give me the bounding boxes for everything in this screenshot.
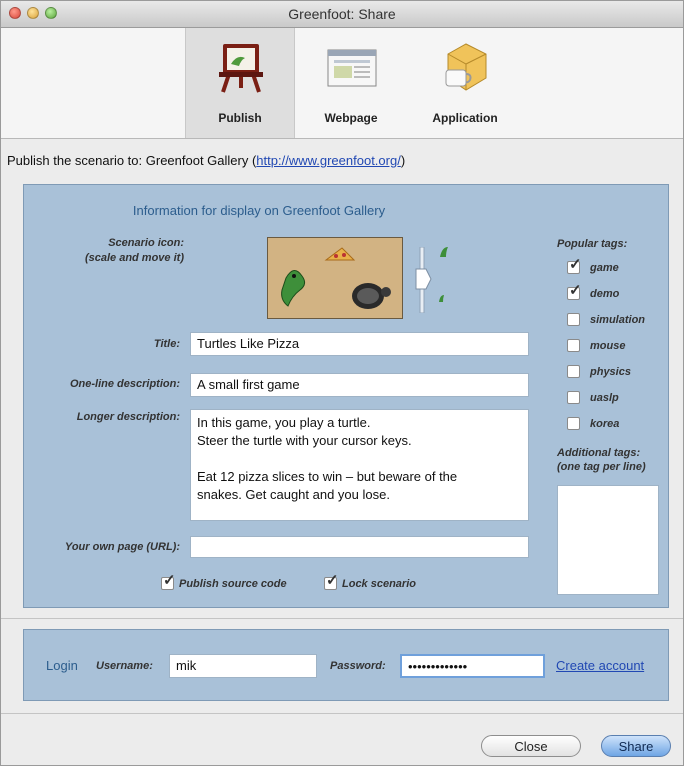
password-label: Password: [330, 660, 386, 672]
publish-suffix: ) [400, 153, 406, 168]
scenario-icon-hint: (scale and move it) [84, 252, 184, 264]
check-icon: ✓ [569, 282, 582, 299]
username-label: Username: [96, 660, 153, 672]
tag-label-korea: korea [590, 418, 620, 430]
check-icon: ✓ [569, 256, 582, 273]
scenario-icon-label: Scenario icon: [108, 237, 184, 249]
longer-line-4: snakes. Get caught and you lose. [197, 487, 390, 502]
share-window: Greenfoot: Share Publish Webpage Applica… [0, 0, 684, 766]
additional-tags-field[interactable] [557, 485, 659, 595]
publish-prefix: Publish the scenario to: Greenfoot Galle… [7, 153, 257, 168]
check-icon: ✓ [326, 572, 339, 589]
close-button[interactable]: Close [481, 735, 581, 757]
lock-scenario-label: Lock scenario [342, 578, 416, 590]
tag-checkbox-korea[interactable] [567, 417, 580, 430]
tab-publish[interactable]: Publish [185, 28, 295, 138]
publish-source-label: Publish source code [179, 578, 287, 590]
separator [1, 618, 683, 619]
tag-label-uaslp: uaslp [590, 392, 619, 404]
tag-label-mouse: mouse [590, 340, 626, 352]
tab-application-label: Application [432, 111, 498, 125]
tab-publish-label: Publish [218, 111, 262, 125]
scenario-icon-preview[interactable] [267, 237, 403, 319]
tag-checkbox-demo[interactable]: ✓ [567, 283, 582, 300]
publish-destination: Publish the scenario to: Greenfoot Galle… [7, 153, 405, 168]
longer-line-1: In this game, you play a turtle. [197, 415, 371, 430]
oneline-field[interactable]: A small first game [190, 373, 529, 397]
tag-checkbox-mouse[interactable] [567, 339, 580, 352]
url-field[interactable] [190, 536, 529, 558]
info-panel: Information for display on Greenfoot Gal… [23, 184, 669, 608]
tag-label-demo: demo [590, 288, 620, 300]
tag-checkbox-game[interactable]: ✓ [567, 257, 582, 274]
title-bar[interactable]: Greenfoot: Share [1, 1, 683, 28]
tag-checkbox-simulation[interactable] [567, 313, 580, 326]
tag-label-game: game [590, 262, 619, 274]
share-button[interactable]: Share [601, 735, 671, 757]
oneline-label: One-line description: [69, 378, 180, 390]
tag-checkbox-uaslp[interactable] [567, 391, 580, 404]
scale-large-icon [440, 247, 448, 257]
scenario-thumbnail-image [268, 238, 402, 318]
tab-webpage[interactable]: Webpage [297, 28, 405, 138]
tag-checkbox-physics[interactable] [567, 365, 580, 378]
webpage-icon [327, 49, 377, 87]
username-field[interactable]: mik [169, 654, 317, 678]
popular-tags-heading: Popular tags: [557, 238, 628, 250]
longer-label: Longer description: [76, 411, 180, 423]
login-label: Login [46, 658, 78, 673]
create-account-link[interactable]: Create account [556, 658, 644, 673]
easel-icon [219, 44, 263, 93]
window-title: Greenfoot: Share [288, 6, 396, 22]
longer-description-field[interactable]: In this game, you play a turtle. Steer t… [190, 409, 529, 521]
password-field[interactable]: ••••••••••••• [400, 654, 545, 678]
tag-label-physics: physics [590, 366, 631, 378]
tag-label-simulation: simulation [590, 314, 646, 326]
lock-scenario-checkbox[interactable]: ✓ [324, 573, 339, 590]
tab-webpage-label: Webpage [324, 111, 378, 125]
toolbar: Publish Webpage Application [1, 28, 683, 139]
title-label: Title: [153, 338, 180, 350]
login-panel: Login Username: mik Password: ••••••••••… [23, 629, 669, 701]
gallery-link[interactable]: http://www.greenfoot.org/ [256, 153, 401, 168]
separator [1, 713, 683, 714]
application-box-icon [445, 43, 487, 91]
tab-application[interactable]: Application [411, 28, 519, 138]
publish-source-checkbox[interactable]: ✓ [161, 573, 176, 590]
scale-small-icon [439, 295, 444, 302]
check-icon: ✓ [163, 572, 176, 589]
longer-line-3: Eat 12 pizza slices to win – but beware … [197, 469, 458, 484]
longer-blank-line [197, 450, 522, 468]
title-field[interactable]: Turtles Like Pizza [190, 332, 529, 356]
additional-tags-hint: (one tag per line) [557, 461, 646, 473]
additional-tags-heading: Additional tags: [557, 447, 641, 459]
url-label: Your own page (URL): [64, 541, 180, 553]
longer-line-2: Steer the turtle with your cursor keys. [197, 433, 412, 448]
info-heading: Information for display on Greenfoot Gal… [132, 203, 386, 218]
icon-scale-slider[interactable] [412, 247, 432, 313]
